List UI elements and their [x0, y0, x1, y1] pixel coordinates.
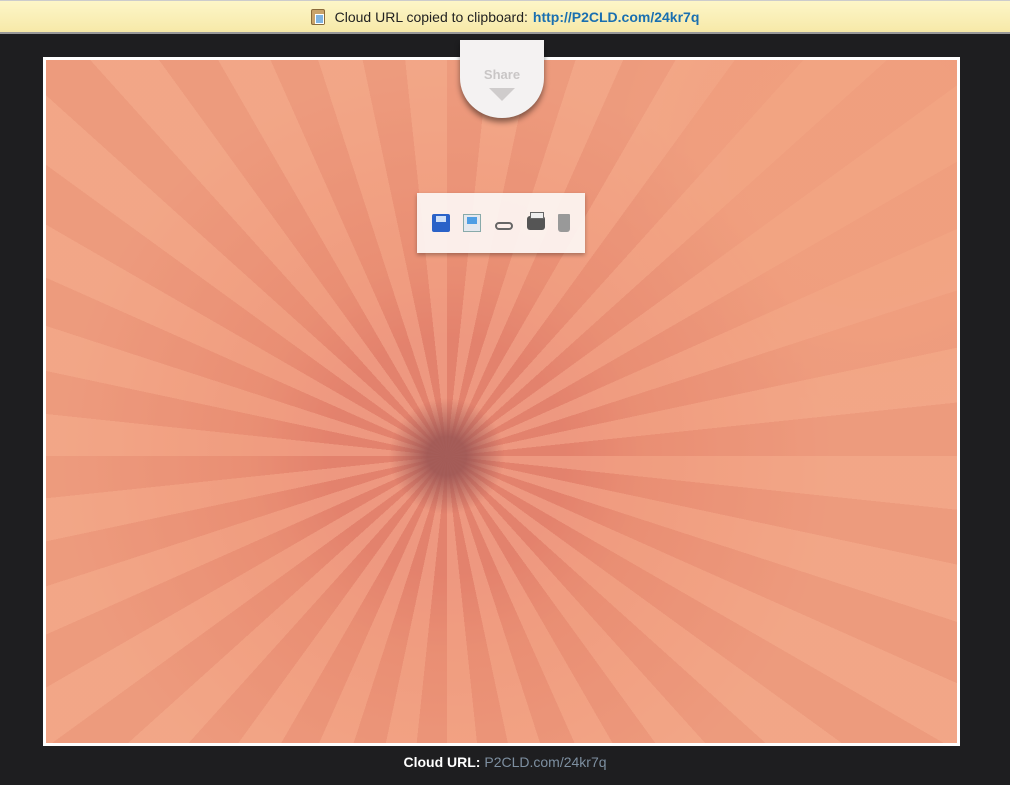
trash-icon[interactable]	[558, 214, 571, 232]
save-icon[interactable]	[431, 214, 450, 232]
notification-message: Cloud URL copied to clipboard:	[334, 8, 528, 25]
cloud-url-label: Cloud URL	[403, 754, 476, 770]
notification-bar: Cloud URL copied to clipboard: http://P2…	[0, 0, 1010, 34]
print-icon[interactable]	[526, 212, 545, 230]
photo-viewer	[43, 57, 960, 746]
chevron-down-icon	[489, 88, 515, 101]
link-icon[interactable]	[494, 222, 513, 230]
cloud-url-footer: Cloud URL: P2CLD.com/24kr7q	[403, 754, 607, 770]
clipboard-icon	[310, 8, 325, 25]
email-icon[interactable]	[463, 214, 482, 232]
cloud-url-value[interactable]: P2CLD.com/24kr7q	[484, 754, 606, 770]
action-toolbar	[417, 193, 585, 253]
notification-url-link[interactable]: http://P2CLD.com/24kr7q	[533, 9, 699, 25]
share-button[interactable]: Share	[460, 40, 544, 118]
share-label: Share	[483, 67, 521, 82]
